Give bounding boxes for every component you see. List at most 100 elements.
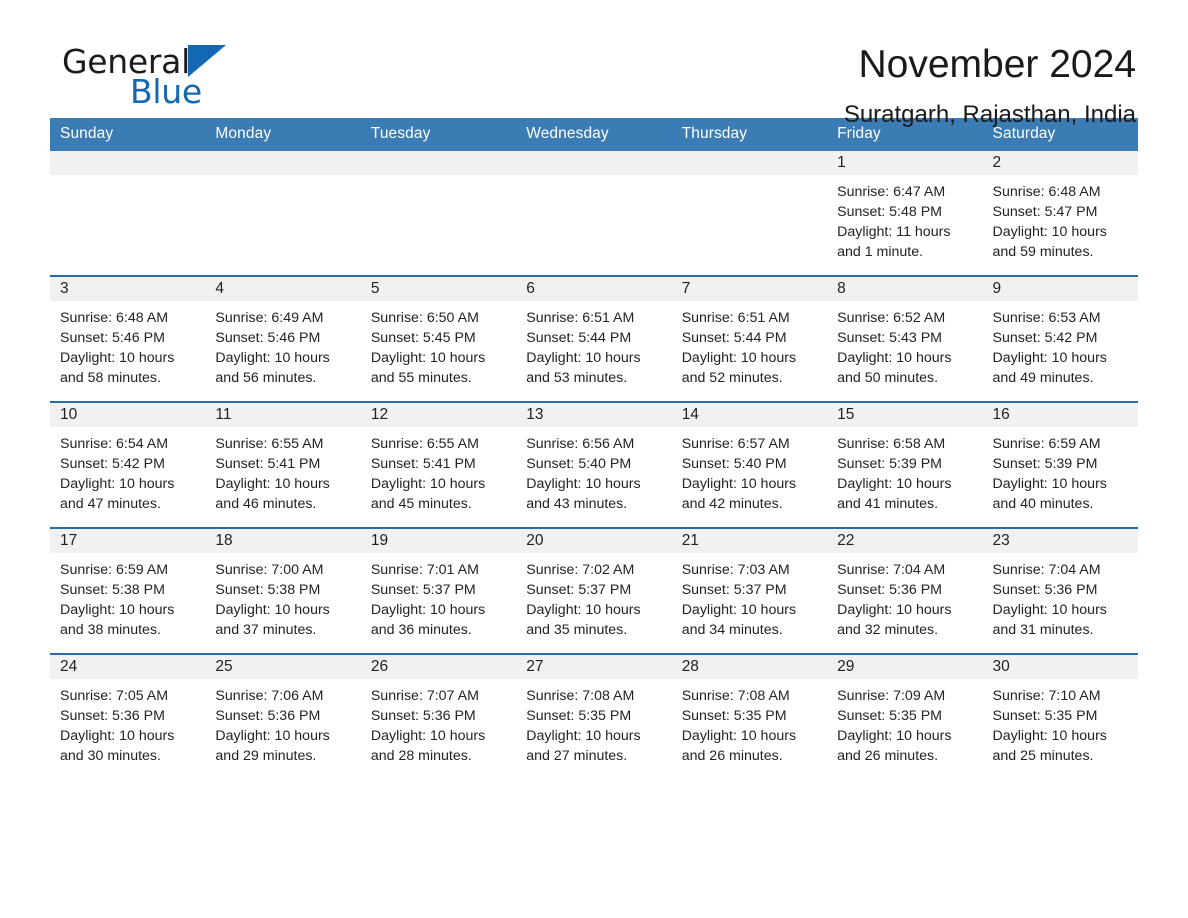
daylight-text: Daylight: 10 hours [60,476,175,492]
calendar-day-cell[interactable]: 18 Sunrise: 7:00 AM Sunset: 5:38 PM Dayligh… [205,527,361,654]
calendar-week-row: 24 Sunrise: 7:05 AM Sunset: 5:36 PM Dayligh… [50,653,1138,779]
sunrise-text: Sunrise: 6:47 AM [837,184,946,200]
general-blue-logo[interactable]: General Blue [50,42,250,122]
calendar-day-cell[interactable]: 24 Sunrise: 7:05 AM Sunset: 5:36 PM Dayligh… [50,653,206,779]
daylight-text: Daylight: 10 hours [60,602,175,618]
sunset-text: Sunset: 5:38 PM [60,582,165,598]
calendar-day-cell[interactable]: 17 Sunrise: 6:59 AM Sunset: 5:38 PM Dayligh… [50,527,206,654]
sunrise-text: Sunrise: 6:48 AM [992,184,1101,200]
day-details: Sunrise: 7:07 AM Sunset: 5:36 PM Daylight:… [361,679,516,766]
calendar-day-cell[interactable]: 13 Sunrise: 6:56 AM Sunset: 5:40 PM Dayligh… [516,401,672,528]
day-number: 25 [205,655,361,679]
daylight-text: and 38 minutes. [60,622,161,638]
sunset-text: Sunset: 5:38 PM [215,582,321,598]
day-details: Sunrise: 6:51 AM Sunset: 5:44 PM Daylight:… [672,301,827,388]
sunrise-text: Sunrise: 7:05 AM [60,688,169,704]
calendar-day-cell[interactable]: 16 Sunrise: 6:59 AM Sunset: 5:39 PM Dayligh… [982,401,1138,528]
sunrise-text: Sunrise: 7:10 AM [992,688,1101,704]
calendar-day-cell[interactable]: 15 Sunrise: 6:58 AM Sunset: 5:39 PM Dayligh… [827,401,983,528]
calendar-day-cell[interactable]: 1 Sunrise: 6:47 AM Sunset: 5:48 PM Daylight… [827,151,983,276]
day-number: 9 [982,277,1138,301]
daylight-text: Daylight: 10 hours [370,350,486,366]
sunset-text: Sunset: 5:48 PM [837,204,942,220]
sunset-text: Sunset: 5:42 PM [60,456,165,472]
daylight-text: and 40 minutes. [992,496,1094,512]
daylight-text: Daylight: 10 hours [992,224,1107,240]
calendar-day-cell[interactable]: 4 Sunrise: 6:49 AM Sunset: 5:46 PM Daylight… [205,275,361,402]
daylight-text: and 25 minutes. [992,748,1094,764]
day-number: 3 [50,277,206,301]
day-details: Sunrise: 6:48 AM Sunset: 5:46 PM Daylight:… [50,301,205,388]
daylight-text: Daylight: 10 hours [60,350,175,366]
calendar-day-cell[interactable]: 14 Sunrise: 6:57 AM Sunset: 5:40 PM Dayligh… [671,401,828,528]
calendar-body: 1 Sunrise: 6:47 AM Sunset: 5:48 PM Daylight… [50,151,1138,779]
daylight-text: Daylight: 10 hours [681,728,797,744]
daylight-text: and 56 minutes. [215,370,317,386]
weekday-header-monday: Monday [205,118,361,151]
calendar-day-cell[interactable]: 30 Sunrise: 7:10 AM Sunset: 5:35 PM Dayligh… [982,653,1138,779]
day-number: 21 [671,529,828,553]
calendar-day-cell[interactable]: 21 Sunrise: 7:03 AM Sunset: 5:37 PM Dayligh… [671,527,828,654]
daylight-text: Daylight: 10 hours [681,350,797,366]
day-details: Sunrise: 6:47 AM Sunset: 5:48 PM Daylight:… [827,175,982,262]
sunrise-text: Sunrise: 6:59 AM [992,436,1101,452]
calendar-day-cell[interactable]: 2 Sunrise: 6:48 AM Sunset: 5:47 PM Daylight… [982,151,1138,276]
daylight-text: and 42 minutes. [681,496,783,512]
day-number: 24 [50,655,206,679]
calendar-day-cell[interactable]: 23 Sunrise: 7:04 AM Sunset: 5:36 PM Dayligh… [982,527,1138,654]
daylight-text: and 58 minutes. [60,370,161,386]
weekday-header-sunday: Sunday [50,118,206,151]
calendar-day-cell[interactable]: 7 Sunrise: 6:51 AM Sunset: 5:44 PM Daylight… [671,275,828,402]
calendar-day-cell[interactable]: 25 Sunrise: 7:06 AM Sunset: 5:36 PM Dayligh… [205,653,361,779]
daylight-text: Daylight: 10 hours [992,602,1107,618]
daylight-text: Daylight: 10 hours [370,476,486,492]
calendar-day-cell[interactable]: 10 Sunrise: 6:54 AM Sunset: 5:42 PM Dayligh… [50,401,206,528]
calendar-day-cell[interactable]: 28 Sunrise: 7:08 AM Sunset: 5:35 PM Dayligh… [671,653,828,779]
day-details: Sunrise: 7:10 AM Sunset: 5:35 PM Daylight:… [983,679,1138,766]
day-number: 13 [516,403,672,427]
calendar-day-cell[interactable]: 8 Sunrise: 6:52 AM Sunset: 5:43 PM Daylight… [827,275,983,402]
sunrise-text: Sunrise: 7:08 AM [681,688,790,704]
calendar-day-cell[interactable]: 20 Sunrise: 7:02 AM Sunset: 5:37 PM Dayligh… [516,527,672,654]
day-number: 30 [982,655,1138,679]
sunset-text: Sunset: 5:37 PM [681,582,787,598]
calendar-day-cell[interactable]: 3 Sunrise: 6:48 AM Sunset: 5:46 PM Daylight… [50,275,206,402]
daylight-text: Daylight: 10 hours [837,350,952,366]
day-number: 8 [827,277,983,301]
day-details: Sunrise: 7:06 AM Sunset: 5:36 PM Daylight:… [205,679,360,766]
sunrise-text: Sunrise: 6:59 AM [60,562,169,578]
sunset-text: Sunset: 5:41 PM [370,456,476,472]
daylight-text: Daylight: 10 hours [370,602,486,618]
sunset-text: Sunset: 5:44 PM [681,330,787,346]
calendar-day-cell[interactable]: 26 Sunrise: 7:07 AM Sunset: 5:36 PM Dayligh… [360,653,517,779]
calendar-day-cell[interactable]: 6 Sunrise: 6:51 AM Sunset: 5:44 PM Daylight… [516,275,672,402]
calendar-day-cell[interactable]: 19 Sunrise: 7:01 AM Sunset: 5:37 PM Dayligh… [360,527,517,654]
daylight-text: Daylight: 10 hours [215,728,330,744]
day-number [360,151,517,175]
daylight-text: and 43 minutes. [526,496,628,512]
day-number: 2 [982,151,1138,175]
day-number: 29 [827,655,983,679]
calendar-day-cell[interactable]: 9 Sunrise: 6:53 AM Sunset: 5:42 PM Daylight… [982,275,1138,402]
calendar-day-cell[interactable]: 11 Sunrise: 6:55 AM Sunset: 5:41 PM Dayligh… [205,401,361,528]
sunrise-text: Sunrise: 7:03 AM [681,562,790,578]
daylight-text: and 32 minutes. [837,622,939,638]
calendar-day-cell[interactable]: 12 Sunrise: 6:55 AM Sunset: 5:41 PM Dayligh… [360,401,517,528]
calendar-day-cell[interactable]: 5 Sunrise: 6:50 AM Sunset: 5:45 PM Daylight… [360,275,517,402]
daylight-text: Daylight: 11 hours [837,224,951,240]
sunrise-text: Sunrise: 7:04 AM [837,562,946,578]
daylight-text: Daylight: 10 hours [992,476,1107,492]
day-details: Sunrise: 7:08 AM Sunset: 5:35 PM Daylight:… [516,679,671,766]
day-details: Sunrise: 6:54 AM Sunset: 5:42 PM Daylight:… [50,427,205,514]
logo-text-blue: Blue [130,72,202,111]
weekday-header-wednesday: Wednesday [516,118,672,151]
day-number: 5 [360,277,517,301]
calendar-day-cell-empty [50,151,206,276]
day-details: Sunrise: 6:55 AM Sunset: 5:41 PM Daylight:… [361,427,516,514]
daylight-text: and 37 minutes. [215,622,317,638]
calendar-day-cell[interactable]: 27 Sunrise: 7:08 AM Sunset: 5:35 PM Dayligh… [516,653,672,779]
calendar-day-cell[interactable]: 22 Sunrise: 7:04 AM Sunset: 5:36 PM Dayligh… [827,527,983,654]
calendar-day-cell[interactable]: 29 Sunrise: 7:09 AM Sunset: 5:35 PM Dayligh… [827,653,983,779]
daylight-text: and 55 minutes. [370,370,472,386]
daylight-text: Daylight: 10 hours [215,350,330,366]
